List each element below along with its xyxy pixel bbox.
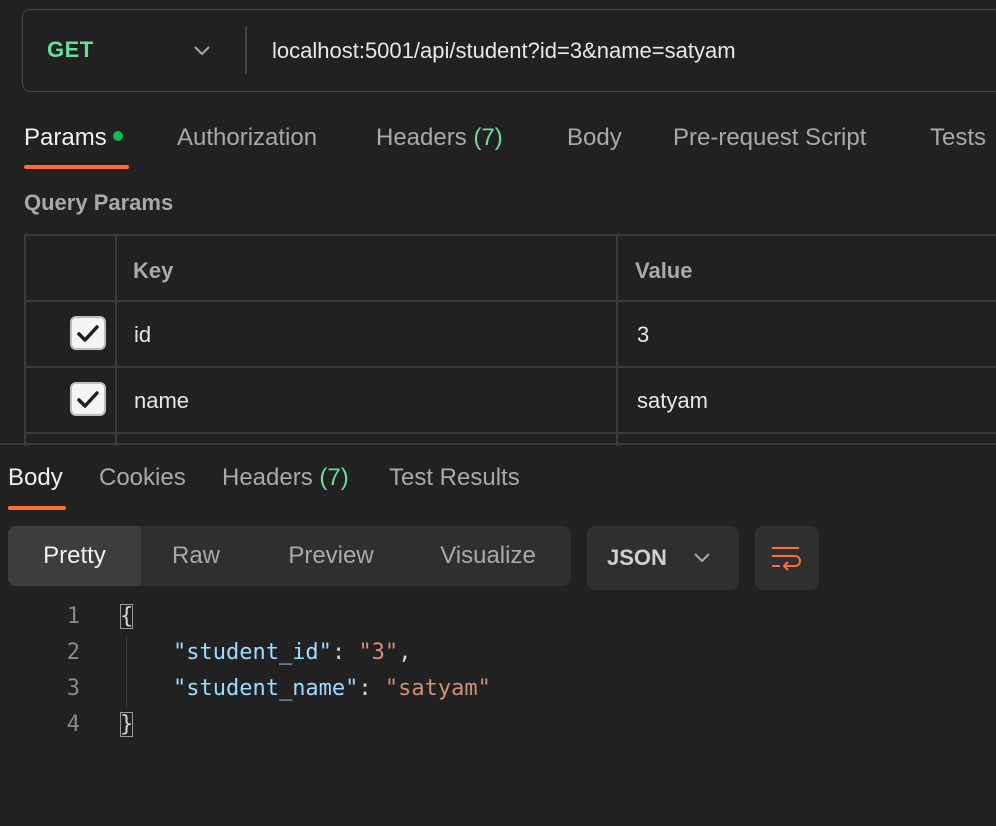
view-visualize-button[interactable]: Visualize <box>420 526 556 586</box>
code-line: "student_id": "3", <box>172 640 412 665</box>
headers-count-badge: (7) <box>473 124 503 151</box>
http-method-select[interactable]: GET <box>47 37 94 63</box>
format-select[interactable]: JSON <box>587 526 739 590</box>
code-line: { <box>120 604 134 629</box>
json-value: "satyam" <box>384 676 491 701</box>
param-value-cell[interactable]: 3 <box>637 322 649 348</box>
url-divider <box>245 27 247 74</box>
tab-headers[interactable]: Headers (7) <box>376 124 503 152</box>
request-tabs: Params Authorization Headers (7) Body Pr… <box>24 124 996 174</box>
response-headers-count: (7) <box>319 464 349 491</box>
table-col-divider <box>616 234 618 446</box>
response-tab-cookies[interactable]: Cookies <box>99 464 186 492</box>
table-row-divider <box>24 432 996 434</box>
line-number: 3 <box>66 676 80 701</box>
params-active-dot <box>112 130 123 141</box>
query-params-title: Query Params <box>24 190 174 215</box>
view-mode-group: Pretty Raw Preview Visualize <box>8 526 571 586</box>
wrap-lines-button[interactable] <box>755 526 819 590</box>
json-key: "student_id" <box>172 640 332 665</box>
open-brace: { <box>120 604 134 629</box>
tab-headers-label: Headers <box>376 124 467 151</box>
column-header-value: Value <box>635 258 693 283</box>
table-col-divider <box>115 234 117 446</box>
response-tab-body[interactable]: Body <box>8 464 63 492</box>
line-number: 4 <box>66 712 80 737</box>
tab-body[interactable]: Body <box>567 124 622 152</box>
line-number: 2 <box>66 640 80 665</box>
tab-tests[interactable]: Tests <box>930 124 986 152</box>
response-active-tab-indicator <box>8 506 66 510</box>
json-value: "3" <box>358 640 399 665</box>
param-key-cell[interactable]: name <box>134 388 189 414</box>
response-tab-test-results[interactable]: Test Results <box>389 464 520 492</box>
query-params-table: Key Value id 3 name satyam <box>24 234 996 446</box>
view-pretty-button[interactable]: Pretty <box>8 526 141 586</box>
table-border-top <box>24 234 996 236</box>
tab-prerequest-script[interactable]: Pre-request Script <box>673 124 866 152</box>
line-number: 1 <box>66 604 80 629</box>
param-key-cell[interactable]: id <box>134 322 151 348</box>
close-brace: } <box>120 712 134 737</box>
column-header-key: Key <box>133 258 174 283</box>
param-checkbox-name[interactable] <box>70 382 106 416</box>
code-line: } <box>120 712 134 737</box>
request-url-bar: GET localhost:5001/api/student?id=3&name… <box>22 9 996 92</box>
tab-params-label: Params <box>24 124 107 151</box>
param-value-cell[interactable]: satyam <box>637 388 708 414</box>
format-label: JSON <box>607 545 667 570</box>
pane-split-divider[interactable] <box>0 443 996 445</box>
active-tab-indicator <box>24 165 129 169</box>
view-preview-button[interactable]: Preview <box>266 526 396 586</box>
chevron-down-icon <box>694 553 710 563</box>
table-row-divider <box>24 300 996 302</box>
tab-params[interactable]: Params <box>24 124 123 152</box>
table-border-left <box>24 234 26 446</box>
response-tab-headers-label: Headers <box>222 464 313 491</box>
code-line: "student_name": "satyam" <box>172 676 491 701</box>
wrap-lines-icon <box>772 547 801 571</box>
checkmark-icon <box>77 391 99 408</box>
url-input[interactable]: localhost:5001/api/student?id=3&name=sat… <box>272 38 736 64</box>
tab-authorization[interactable]: Authorization <box>177 124 317 152</box>
json-key: "student_name" <box>172 676 359 701</box>
view-raw-button[interactable]: Raw <box>141 526 251 586</box>
checkmark-icon <box>77 325 99 342</box>
response-tab-headers[interactable]: Headers (7) <box>222 464 349 492</box>
param-checkbox-id[interactable] <box>70 316 106 350</box>
table-row-divider <box>24 366 996 368</box>
chevron-down-icon[interactable] <box>191 40 213 62</box>
